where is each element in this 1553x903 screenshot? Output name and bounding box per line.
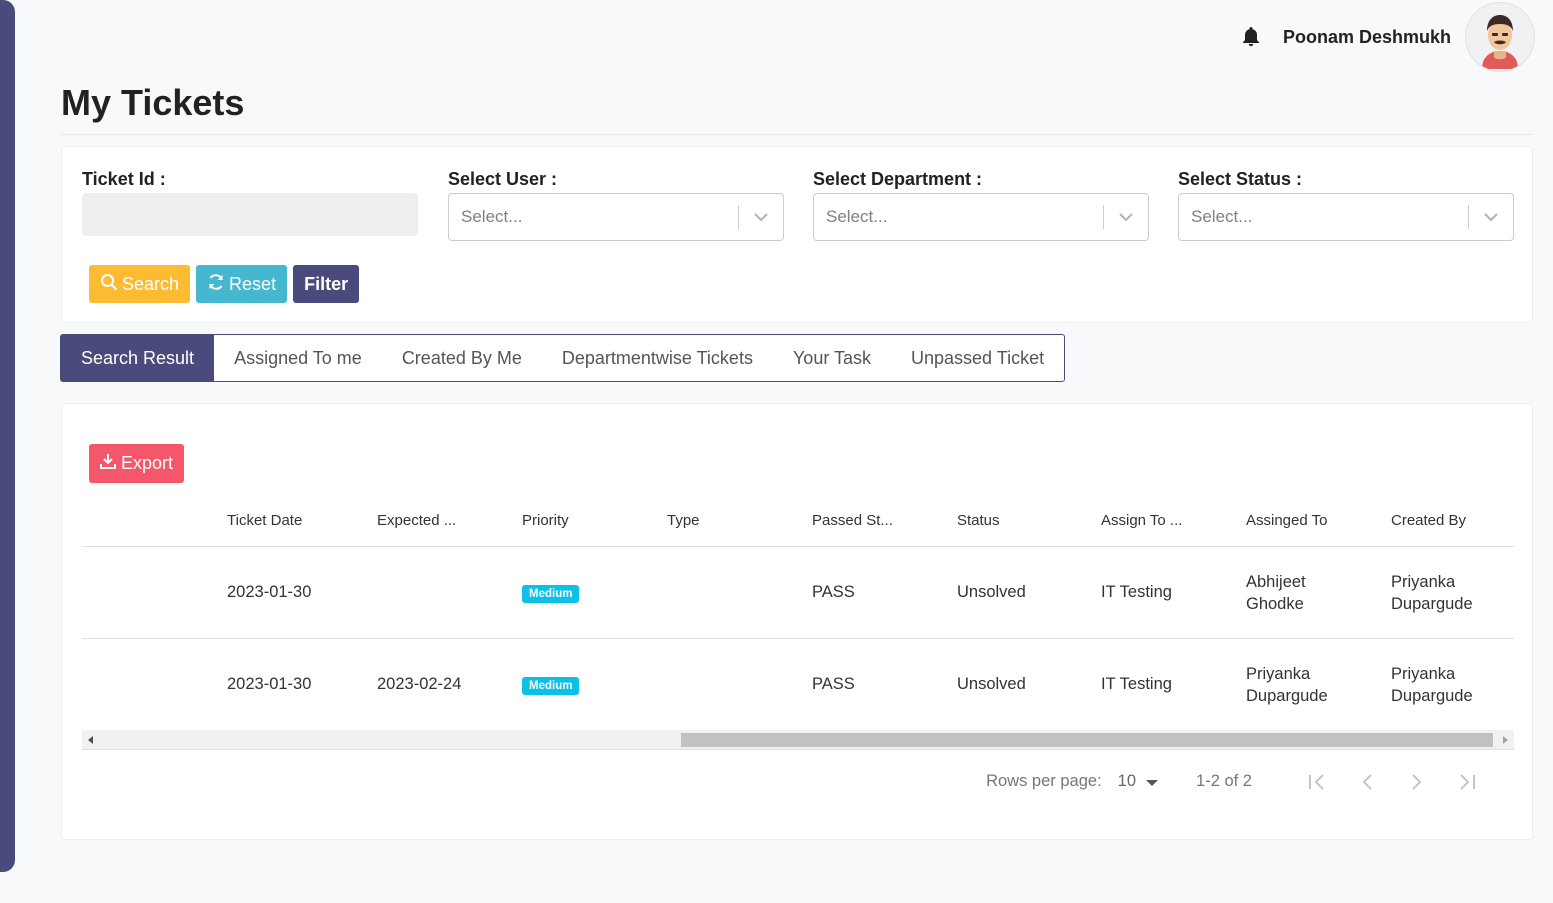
chevron-down-icon[interactable] (1104, 212, 1148, 222)
next-page-icon[interactable] (1392, 773, 1442, 790)
priority-badge: Medium (522, 676, 580, 695)
export-button-label: Export (121, 453, 174, 473)
rows-per-page-value: 10 (1117, 772, 1137, 790)
user-select[interactable]: Select... (448, 193, 784, 241)
caret-down-icon (1146, 772, 1159, 791)
cell-status: Unsolved (957, 583, 1026, 601)
department-field: Select Department : Select... (813, 169, 1149, 241)
tickets-table: Ticket Date Expected ... Priority Type P… (82, 494, 1514, 731)
sidebar-strip (0, 0, 15, 872)
chevron-down-icon[interactable] (739, 212, 783, 222)
tab-departmentwise-tickets[interactable]: Departmentwise Tickets (542, 335, 773, 381)
user-label: Select User : (448, 169, 558, 189)
results-panel: Export Ticket Date Expected ... Priority… (61, 403, 1533, 840)
table-header: Ticket Date Expected ... Priority Type P… (82, 494, 1514, 547)
status-select[interactable]: Select... (1178, 193, 1514, 241)
ticket-id-field: Ticket Id : (82, 169, 418, 236)
cell-assigned-to: Priyanka Dupargude (1246, 664, 1328, 705)
top-bar: Poonam Deshmukh (1239, 2, 1535, 72)
column-header-assign-to[interactable]: Assign To ... (1101, 512, 1246, 529)
status-select-placeholder: Select... (1191, 207, 1253, 226)
tab-your-task[interactable]: Your Task (773, 335, 891, 381)
rows-per-page-select[interactable]: 10 (1117, 772, 1159, 791)
first-page-icon[interactable] (1292, 773, 1342, 790)
department-select-placeholder: Select... (826, 207, 888, 226)
pagination: Rows per page: 10 1-2 of 2 (986, 772, 1492, 791)
cell-ticket-date: 2023-01-30 (227, 675, 312, 693)
chevron-down-icon[interactable] (1469, 212, 1513, 222)
user-field: Select User : Select... (448, 169, 784, 241)
tab-unpassed-ticket[interactable]: Unpassed Ticket (891, 335, 1064, 381)
cell-created-by: Priyanka Dupargude (1391, 572, 1473, 613)
table-row[interactable]: 2023-01-30 2023-02-24 Medium PASS Unsolv… (82, 639, 1514, 731)
column-header-type[interactable]: Type (667, 512, 812, 529)
bell-icon[interactable] (1239, 25, 1263, 49)
cell-assigned-to: Abhijeet Ghodke (1246, 572, 1306, 613)
priority-badge: Medium (522, 584, 580, 603)
avatar[interactable] (1465, 2, 1535, 72)
rows-per-page-label: Rows per page: (986, 772, 1102, 790)
scroll-right-arrow-icon[interactable] (1496, 730, 1514, 750)
reset-button[interactable]: Reset (196, 265, 288, 303)
ticket-tabs: Search Result Assigned To me Created By … (60, 334, 1066, 382)
department-select[interactable]: Select... (813, 193, 1149, 241)
horizontal-scrollbar[interactable] (82, 730, 1514, 750)
filter-actions: Search Reset Filter (89, 265, 360, 303)
user-select-placeholder: Select... (461, 207, 523, 226)
filter-button[interactable]: Filter (293, 265, 360, 303)
status-label: Select Status : (1178, 169, 1303, 189)
column-header-ticket-date[interactable]: Ticket Date (227, 512, 377, 529)
status-field: Select Status : Select... (1178, 169, 1514, 241)
department-label: Select Department : (813, 169, 983, 189)
title-divider (61, 134, 1533, 135)
search-button-label: Search (122, 273, 180, 294)
refresh-icon (207, 273, 225, 296)
tab-assigned-to-me[interactable]: Assigned To me (214, 335, 382, 381)
column-header-status[interactable]: Status (957, 512, 1101, 529)
tab-search-result[interactable]: Search Result (61, 335, 215, 381)
cell-assign-to: IT Testing (1101, 675, 1172, 693)
cell-passed-status: PASS (812, 583, 855, 601)
download-icon (100, 453, 116, 474)
cell-ticket-date: 2023-01-30 (227, 583, 312, 601)
cell-expected: 2023-02-24 (377, 675, 462, 693)
reset-button-label: Reset (229, 273, 277, 294)
table-row[interactable]: 2023-01-30 Medium PASS Unsolved IT Testi… (82, 547, 1514, 639)
tab-created-by-me[interactable]: Created By Me (382, 335, 542, 381)
ticket-id-label: Ticket Id : (82, 169, 166, 189)
export-button[interactable]: Export (89, 444, 185, 483)
cell-priority: Medium (522, 675, 667, 695)
column-header-assigned-to[interactable]: Assinged To (1246, 512, 1391, 529)
column-header-created-by[interactable]: Created By (1391, 512, 1514, 529)
previous-page-icon[interactable] (1342, 773, 1392, 790)
cell-assign-to: IT Testing (1101, 583, 1172, 601)
page-title: My Tickets (61, 82, 245, 123)
search-icon (100, 273, 118, 296)
search-button[interactable]: Search (89, 265, 191, 303)
cell-priority: Medium (522, 583, 667, 603)
pagination-range: 1-2 of 2 (1196, 772, 1252, 790)
cell-passed-status: PASS (812, 675, 855, 693)
cell-created-by: Priyanka Dupargude (1391, 664, 1473, 705)
scrollbar-thumb[interactable] (681, 733, 1493, 747)
cell-status: Unsolved (957, 675, 1026, 693)
user-name[interactable]: Poonam Deshmukh (1283, 27, 1451, 48)
column-header-priority[interactable]: Priority (522, 512, 667, 529)
column-header-passed-status[interactable]: Passed St... (812, 512, 957, 529)
last-page-icon[interactable] (1442, 773, 1492, 790)
column-header-expected[interactable]: Expected ... (377, 512, 522, 529)
ticket-id-input[interactable] (82, 193, 418, 236)
scroll-left-arrow-icon[interactable] (82, 730, 100, 750)
filter-panel: Ticket Id : Select User : Select... Sele… (61, 146, 1533, 323)
